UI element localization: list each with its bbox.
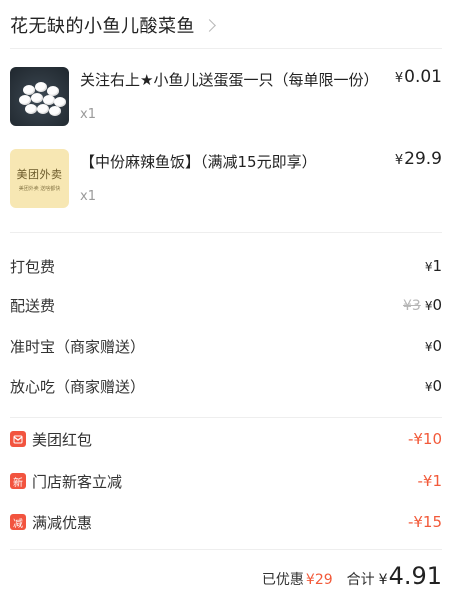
divider xyxy=(10,48,442,49)
chevron-right-icon[interactable] xyxy=(203,19,216,32)
store-header[interactable]: 花无缺的小鱼儿酸菜鱼 xyxy=(10,10,216,40)
discount-label-group: 新 门店新客立减 xyxy=(10,471,122,492)
fee-label: 放心吃（商家赠送） xyxy=(10,377,146,396)
fee-value: ¥0 xyxy=(425,337,442,355)
currency-symbol: ¥ xyxy=(378,572,388,588)
fee-value: ¥3 ¥0 xyxy=(403,296,442,314)
currency-symbol: ¥ xyxy=(394,71,404,86)
order-item[interactable]: 美团外卖 美团外卖 送啥都快 【中份麻辣鱼饭】（满减15元即享） x1 ¥29.… xyxy=(10,149,442,213)
red-packet-icon xyxy=(10,431,26,447)
discount-label: 美团红包 xyxy=(32,430,93,449)
discount-label: 满减优惠 xyxy=(32,513,93,532)
new-badge-icon: 新 xyxy=(10,473,26,489)
order-item[interactable]: 关注右上★小鱼儿送蛋蛋一只（每单限一份） x1 ¥0.01 xyxy=(10,67,442,131)
fee-row-ontime-guarantee[interactable]: 准时宝（商家赠送） ¥0 xyxy=(10,334,442,358)
discount-value: -¥10 xyxy=(407,430,442,448)
total-value: 4.91 xyxy=(388,562,442,590)
divider xyxy=(10,549,442,550)
total-label: 合计 xyxy=(346,572,375,588)
reduction-badge-icon: 减 xyxy=(10,514,26,530)
saved-label: 已优惠 xyxy=(261,572,304,588)
item-thumbnail: 美团外卖 美团外卖 送啥都快 xyxy=(10,149,69,208)
discount-label: 门店新客立减 xyxy=(32,472,123,491)
item-name: 【中份麻辣鱼饭】（满减15元即享） xyxy=(80,153,317,171)
fee-row-packaging: 打包费 ¥1 xyxy=(10,254,442,278)
fee-value: ¥0 xyxy=(425,377,442,395)
item-price-value: 29.9 xyxy=(404,149,442,169)
divider xyxy=(10,417,442,418)
fee-amount: 0 xyxy=(432,377,442,395)
currency-symbol: ¥ xyxy=(394,153,404,168)
item-price-value: 0.01 xyxy=(404,67,442,87)
fee-amount: 1 xyxy=(432,257,442,275)
fee-row-food-safety[interactable]: 放心吃（商家赠送） ¥0 xyxy=(10,374,442,398)
item-quantity: x1 xyxy=(80,189,96,204)
discount-value: -¥15 xyxy=(407,513,442,531)
item-price: ¥29.9 xyxy=(395,149,442,169)
divider xyxy=(10,232,442,233)
item-quantity: x1 xyxy=(80,107,96,122)
fee-row-delivery: 配送费 ¥3 ¥0 xyxy=(10,293,442,317)
store-name[interactable]: 花无缺的小鱼儿酸菜鱼 xyxy=(10,12,195,38)
fee-value: ¥1 xyxy=(425,257,442,275)
item-thumbnail xyxy=(10,67,69,126)
discount-label-group: 美团红包 xyxy=(10,429,92,450)
fee-label: 配送费 xyxy=(10,296,56,315)
item-price: ¥0.01 xyxy=(395,67,442,87)
item-name: 关注右上★小鱼儿送蛋蛋一只（每单限一份） xyxy=(80,71,379,89)
discount-value: -¥1 xyxy=(417,472,443,490)
fee-amount: 0 xyxy=(432,296,442,314)
fee-label: 打包费 xyxy=(10,257,56,276)
discount-row-red-packet[interactable]: 美团红包 -¥10 xyxy=(10,427,442,451)
fee-label: 准时宝（商家赠送） xyxy=(10,337,146,356)
saved-value: ¥29 xyxy=(305,572,333,588)
fee-amount: 0 xyxy=(432,337,442,355)
discount-label-group: 减 满减优惠 xyxy=(10,512,92,533)
discount-row-new-customer: 新 门店新客立减 -¥1 xyxy=(10,469,442,493)
order-total-summary: 已优惠 ¥29 合计 ¥ 4.91 xyxy=(262,562,442,592)
thumbnail-title: 美团外卖 xyxy=(16,167,63,181)
discount-row-full-reduction: 减 满减优惠 -¥15 xyxy=(10,510,442,534)
fee-original-price: ¥3 xyxy=(402,298,421,314)
thumbnail-subtitle: 美团外卖 送啥都快 xyxy=(18,185,61,192)
